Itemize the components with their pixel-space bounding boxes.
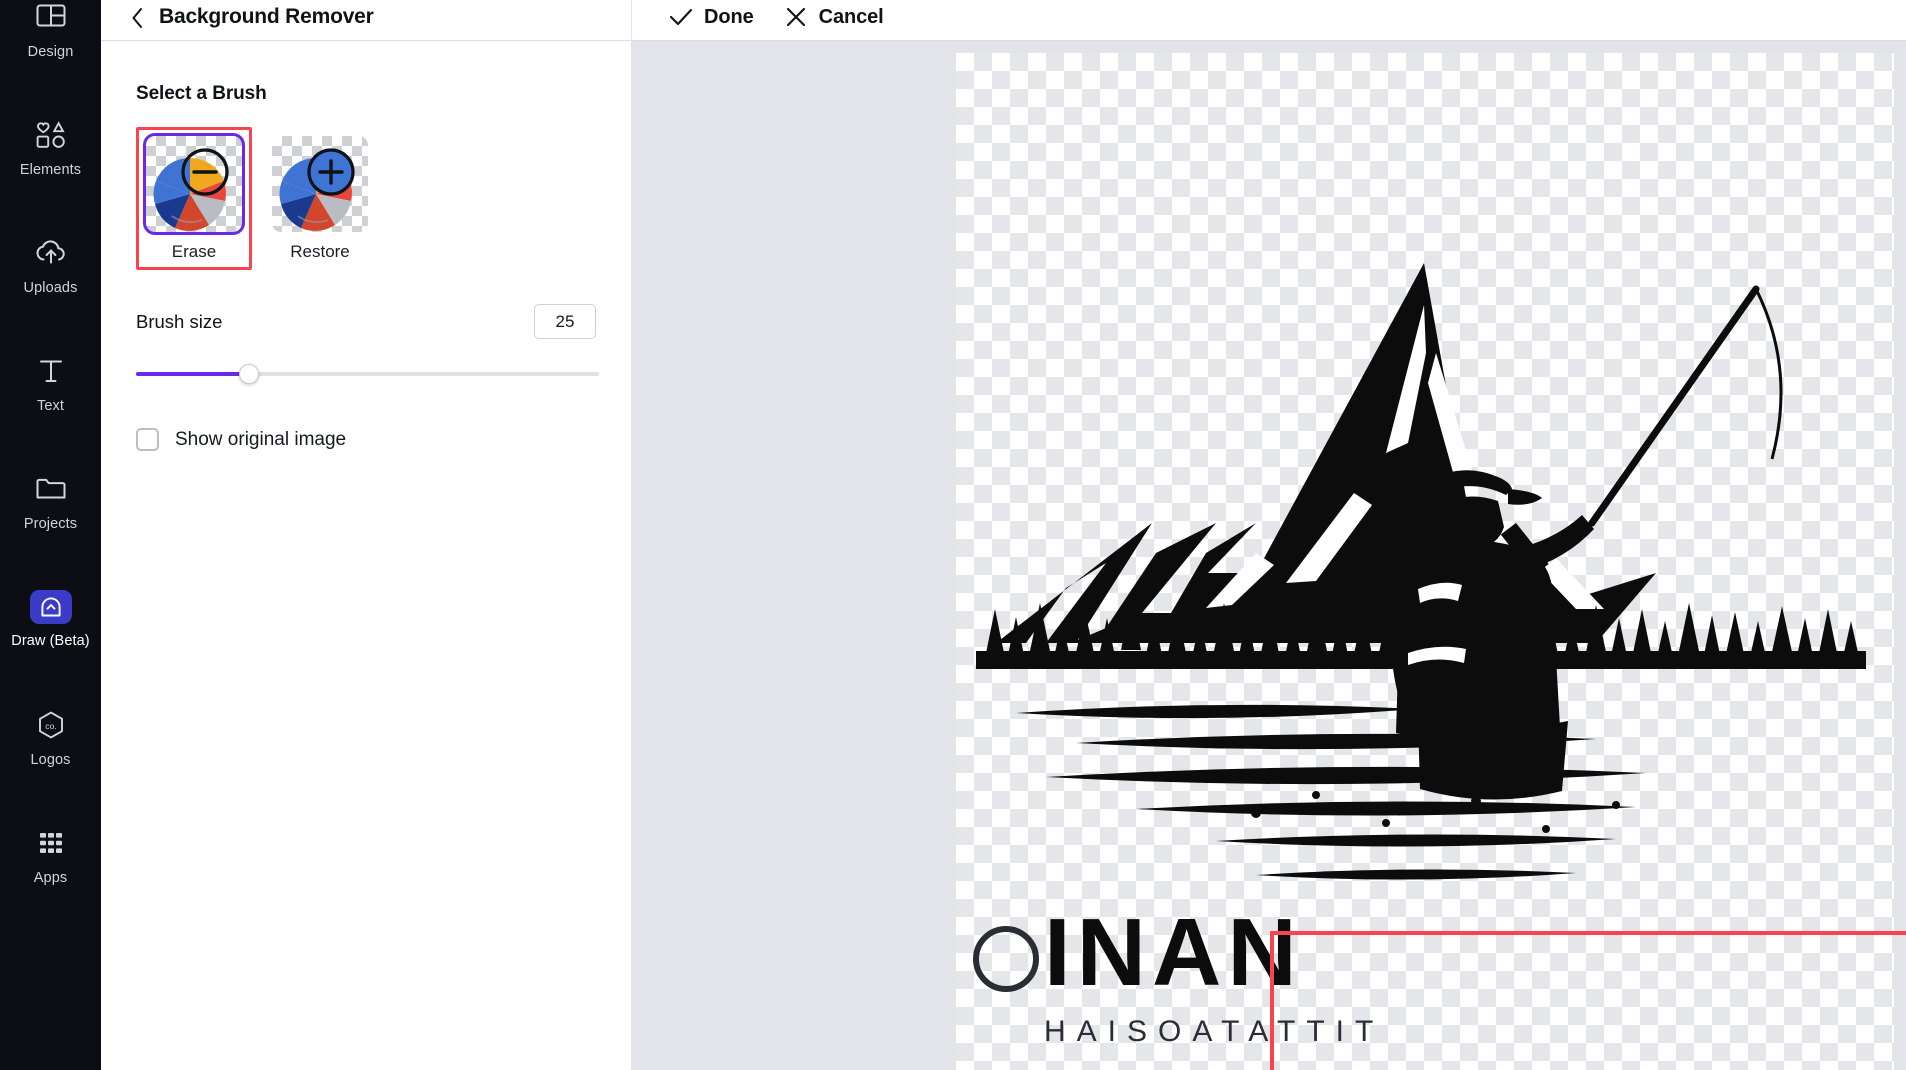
done-button-label: Done xyxy=(704,5,754,28)
show-original-image-label: Show original image xyxy=(175,428,347,450)
panel-body: Select a Brush Erase Restore Brush size … xyxy=(101,83,631,451)
background-remover-panel: Background Remover Select a Brush Erase … xyxy=(101,0,632,1070)
svg-text:HAISOATATTIT: HAISOATATTIT xyxy=(1044,1015,1384,1048)
logo-hex-icon: co. xyxy=(33,707,69,743)
page-title: Background Remover xyxy=(159,5,374,28)
brush-size-input[interactable]: 25 xyxy=(534,304,596,339)
upload-cloud-icon xyxy=(33,235,69,271)
shapes-icon xyxy=(33,117,69,153)
layout-icon xyxy=(33,0,69,35)
cancel-button-label: Cancel xyxy=(818,5,884,28)
cancel-button[interactable]: Cancel xyxy=(774,1,894,33)
brush-option-label: Restore xyxy=(290,242,350,261)
sidebar-item-apps[interactable]: Apps xyxy=(0,796,101,914)
canva-editor-window: Design Elements Uploads Text Projects Dr… xyxy=(0,0,1906,1070)
sidebar-item-label: Logos xyxy=(30,751,71,768)
brush-restore-plus-icon xyxy=(272,136,368,232)
svg-text:co.: co. xyxy=(45,721,56,731)
sidebar-item-label: Design xyxy=(27,43,74,60)
check-icon xyxy=(669,5,693,29)
chevron-left-icon[interactable] xyxy=(129,7,145,29)
slider-fill xyxy=(136,372,250,376)
grid-dots-icon xyxy=(33,825,69,861)
slider-thumb[interactable] xyxy=(239,364,260,384)
wordmark: INAN HAISOATATTIT xyxy=(973,899,1384,1048)
stage-toolbar: Done Cancel xyxy=(632,0,1906,41)
panel-header: Background Remover xyxy=(101,0,631,41)
show-original-image-row[interactable]: Show original image xyxy=(136,428,596,451)
brush-size-row: Brush size 25 xyxy=(136,304,596,339)
brush-size-label: Brush size xyxy=(136,310,223,332)
close-x-icon xyxy=(784,5,808,29)
brush-option-label: Erase xyxy=(171,242,217,261)
section-title-select-brush: Select a Brush xyxy=(136,83,267,104)
sidebar-item-projects[interactable]: Projects xyxy=(0,442,101,560)
sidebar-item-elements[interactable]: Elements xyxy=(0,88,101,206)
sidebar-item-label: Draw (Beta) xyxy=(11,632,90,649)
sidebar-item-uploads[interactable]: Uploads xyxy=(0,206,101,324)
sidebar-item-draw[interactable]: Draw (Beta) xyxy=(0,560,101,678)
image-canvas[interactable]: INAN HAISOATATTIT xyxy=(956,53,1894,1070)
folder-icon xyxy=(33,471,69,507)
sidebar-item-design[interactable]: Design xyxy=(0,0,101,88)
left-nav-rail: Design Elements Uploads Text Projects Dr… xyxy=(0,0,101,1070)
draw-pen-icon xyxy=(29,589,72,624)
text-t-icon xyxy=(33,353,69,389)
brush-option-restore[interactable]: Restore xyxy=(262,127,378,270)
sidebar-item-label: Elements xyxy=(19,161,82,178)
sidebar-item-text[interactable]: Text xyxy=(0,324,101,442)
sidebar-item-label: Text xyxy=(37,397,64,414)
sidebar-item-logos[interactable]: co. Logos xyxy=(0,678,101,796)
editor-stage: Done Cancel INAN HAISOATATTIT xyxy=(632,0,1906,1070)
artwork-fisherman-mountain: INAN HAISOATATTIT xyxy=(973,263,1866,1048)
brush-size-slider[interactable] xyxy=(136,364,599,384)
sidebar-item-label: Apps xyxy=(33,869,68,886)
sidebar-item-label: Uploads xyxy=(23,279,78,296)
brush-options: Erase Restore xyxy=(136,127,596,270)
done-button[interactable]: Done xyxy=(659,1,764,33)
brush-erase-minus-icon xyxy=(146,136,242,232)
sidebar-item-label: Projects xyxy=(23,515,78,532)
brush-option-erase[interactable]: Erase xyxy=(136,127,252,270)
svg-text:INAN: INAN xyxy=(1044,899,1303,1006)
show-original-image-checkbox[interactable] xyxy=(136,428,159,451)
